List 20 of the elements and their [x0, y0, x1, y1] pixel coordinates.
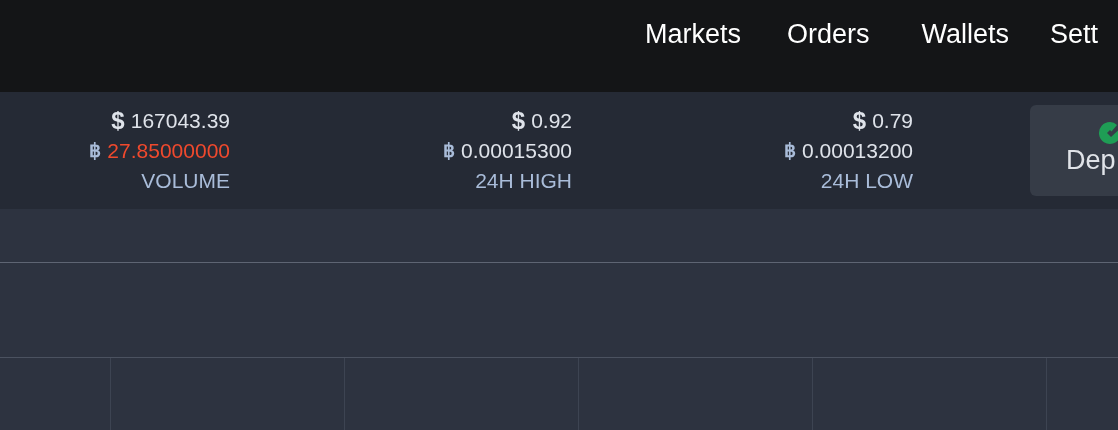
- bitcoin-symbol: ฿: [443, 138, 456, 163]
- deposit-button[interactable]: Dep: [1030, 105, 1118, 196]
- usd-value: 0.92: [531, 107, 572, 134]
- btc-value: 0.00015300: [461, 137, 572, 164]
- stat-label: VOLUME: [141, 167, 230, 194]
- nav-link[interactable]: Sett: [1050, 16, 1099, 52]
- btc-value: 27.85000000: [107, 137, 230, 164]
- usd-value: 167043.39: [130, 107, 230, 134]
- nav-link[interactable]: Markets: [645, 16, 742, 52]
- nav-link[interactable]: Wallets: [921, 16, 1010, 52]
- dollar-symbol: $: [852, 105, 867, 136]
- bitcoin-symbol: ฿: [784, 138, 797, 163]
- btc-value: 0.00013200: [802, 137, 913, 164]
- dollar-symbol: $: [111, 105, 125, 136]
- dollar-symbol: $: [511, 105, 526, 136]
- stat-label: 24H HIGH: [475, 167, 572, 194]
- bitcoin-symbol: ฿: [89, 138, 102, 163]
- nav-link[interactable]: Orders: [787, 16, 870, 52]
- usd-value: 0.79: [872, 107, 913, 134]
- stat-label: 24H LOW: [820, 167, 913, 194]
